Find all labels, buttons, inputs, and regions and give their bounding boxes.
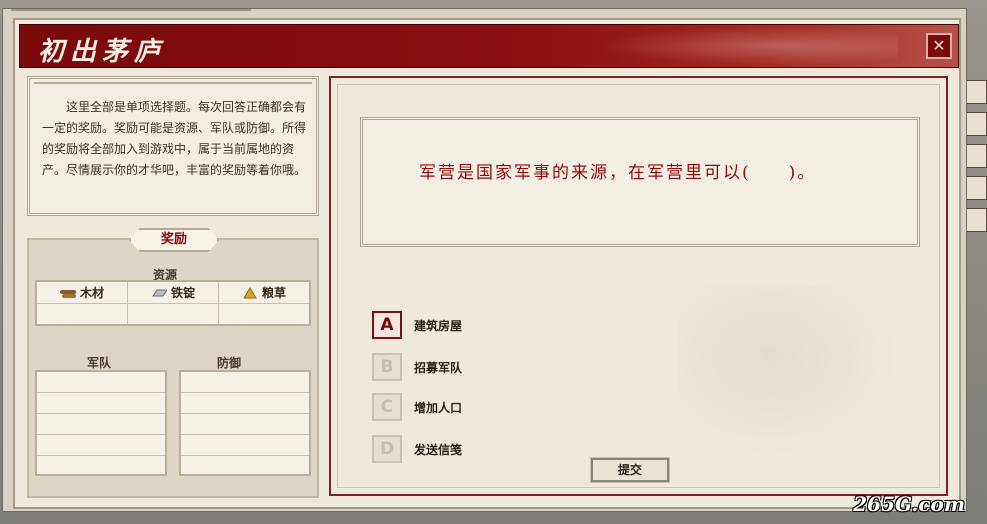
- resource-grain-value: [219, 304, 309, 324]
- dialog-titlebar: 初出茅庐 ✕: [19, 24, 959, 68]
- resource-wood-label: 木材: [79, 286, 104, 300]
- intro-text: 这里全部是单项选择题。每次回答正确都会有一定的奖励。奖励可能是资源、军队或防御。…: [42, 100, 307, 177]
- army-label: 军队: [87, 356, 112, 370]
- grain-icon: [242, 286, 258, 299]
- option-d-badge[interactable]: D: [372, 435, 402, 463]
- intro-box: 这里全部是单项选择题。每次回答正确都会有一定的奖励。奖励可能是资源、军队或防御。…: [27, 76, 319, 216]
- option-d-label[interactable]: 发送信笺: [414, 441, 462, 458]
- defense-list: [179, 370, 311, 476]
- resource-grain-label: 粮草: [261, 286, 286, 300]
- iron-icon: [151, 287, 168, 299]
- resource-iron-label: 铁锭: [170, 286, 195, 300]
- option-a-badge[interactable]: A: [372, 311, 402, 339]
- dialog-title: 初出茅庐: [38, 37, 167, 67]
- reward-panel: 奖励 资源 木材 铁锭 粮草 军队 防御: [27, 228, 319, 498]
- resource-iron-value: [128, 304, 219, 324]
- question-box: 军营是国家军事的来源，在军营里可以( )。: [360, 117, 920, 247]
- option-a[interactable]: A 建筑房屋: [372, 311, 462, 339]
- resources-table: 木材 铁锭 粮草: [35, 280, 311, 326]
- option-b-label[interactable]: 招募军队: [414, 359, 462, 376]
- option-b[interactable]: B 招募军队: [372, 353, 462, 381]
- close-button[interactable]: ✕: [926, 33, 952, 59]
- question-panel-inner: 军营是国家军事的来源，在军营里可以( )。 A 建筑房屋 B 招募军队 C 增加…: [337, 84, 940, 488]
- option-a-label[interactable]: 建筑房屋: [414, 317, 462, 334]
- army-list: [35, 370, 167, 476]
- option-c[interactable]: C 增加人口: [372, 393, 462, 421]
- defense-label: 防御: [217, 356, 242, 370]
- close-icon: ✕: [932, 36, 946, 55]
- submit-button[interactable]: 提交: [590, 457, 670, 483]
- option-d[interactable]: D 发送信笺: [372, 435, 462, 463]
- reward-header: 奖励: [129, 228, 219, 252]
- quiz-dialog: 初出茅庐 ✕ 这里全部是单项选择题。每次回答正确都会有一定的奖励。奖励可能是资源…: [13, 18, 961, 509]
- cloud-ornament: [679, 285, 909, 465]
- resource-grain: 粮草: [219, 282, 309, 303]
- option-c-label[interactable]: 增加人口: [414, 399, 462, 416]
- question-panel: 军营是国家军事的来源，在军营里可以( )。 A 建筑房屋 B 招募军队 C 增加…: [329, 76, 948, 496]
- question-text: 军营是国家军事的来源，在军营里可以( )。: [419, 163, 817, 183]
- option-b-badge[interactable]: B: [372, 353, 402, 381]
- resource-iron: 铁锭: [128, 282, 219, 303]
- resource-wood: 木材: [37, 282, 128, 303]
- resource-wood-value: [37, 304, 128, 324]
- option-c-badge[interactable]: C: [372, 393, 402, 421]
- site-watermark: 265G.com: [853, 492, 965, 516]
- wood-icon: [59, 287, 76, 299]
